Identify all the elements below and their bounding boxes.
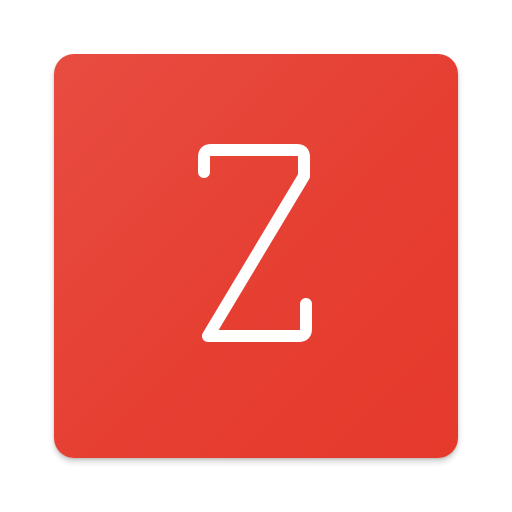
app-icon[interactable]: Z — [54, 54, 458, 458]
z-letter-icon — [198, 144, 312, 342]
canvas: Z — [0, 0, 512, 512]
